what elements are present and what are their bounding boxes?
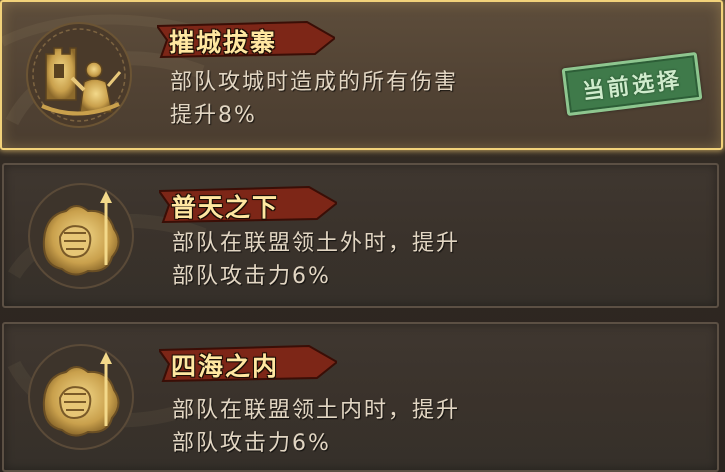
option-title: 四海之内 [171, 352, 280, 381]
option-card-within-four-seas[interactable]: 四海之内 部队在联盟领土内时，提升 部队攻击力6% [2, 322, 719, 472]
talent-selection-panel: 摧城拔寨 部队攻城时造成的所有伤害 提升8% 当前选择 普天之下 部队在联盟领土… [0, 0, 725, 472]
description-line: 提升8% [170, 103, 257, 128]
castle-siege-emblem-icon [24, 20, 134, 130]
description-line: 部队攻击力6% [172, 264, 331, 289]
option-title: 普天之下 [171, 193, 280, 222]
option-title-banner: 四海之内 [159, 344, 337, 382]
fist-emblem-icon [26, 342, 136, 452]
option-description: 部队在联盟领土内时，提升 部队攻击力6% [172, 394, 460, 460]
description-line: 部队在联盟领土内时，提升 [172, 398, 461, 423]
option-description: 部队在联盟领土外时，提升 部队攻击力6% [172, 227, 460, 293]
description-line: 部队攻城时造成的所有伤害 [170, 70, 459, 95]
description-line: 部队在联盟领土外时，提升 [172, 231, 461, 256]
current-selection-label: 当前选择 [581, 67, 684, 105]
option-title: 摧城拔寨 [169, 28, 278, 57]
option-card-castle-siege[interactable]: 摧城拔寨 部队攻城时造成的所有伤害 提升8% 当前选择 [0, 0, 723, 150]
fist-emblem-icon [26, 181, 136, 291]
option-description: 部队攻城时造成的所有伤害 提升8% [170, 66, 458, 132]
option-title-banner: 普天之下 [159, 185, 337, 223]
option-title-banner: 摧城拔寨 [157, 20, 335, 58]
description-line: 部队攻击力6% [172, 431, 331, 456]
current-selection-stamp: 当前选择 [561, 51, 703, 117]
option-card-all-under-heaven[interactable]: 普天之下 部队在联盟领土外时，提升 部队攻击力6% [2, 163, 719, 308]
